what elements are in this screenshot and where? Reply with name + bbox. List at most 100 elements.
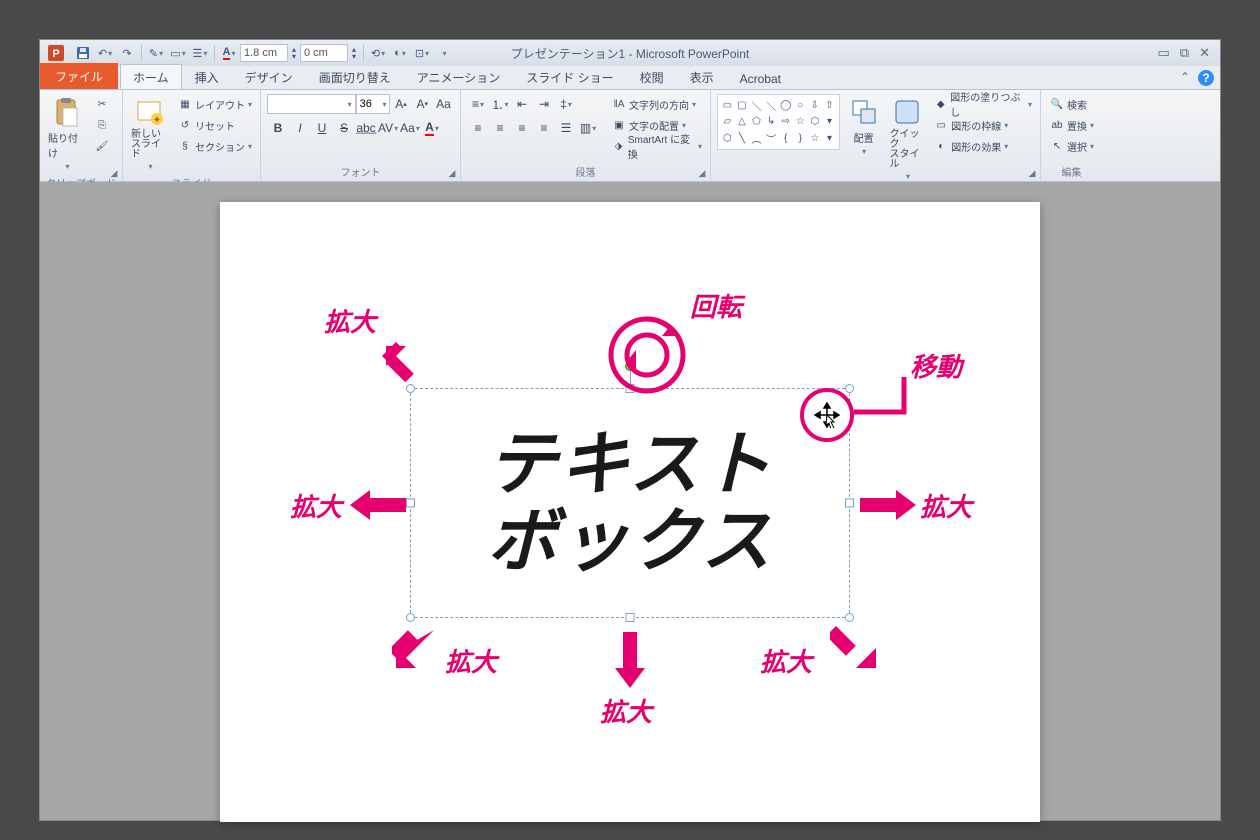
minimize-icon[interactable]: ▭ [1158, 45, 1170, 61]
shapes-gallery[interactable]: ▭▢＼＼◯○⇩⇧ ▱△⬠↳⇨☆⬡▾ ⬡╲︵︶{}☆▾ [717, 94, 840, 150]
shape-outline-button[interactable]: ▭図形の枠線▾ [931, 115, 1034, 135]
numbering-button[interactable]: ⒈▾ [489, 94, 511, 114]
tab-design[interactable]: デザイン [232, 64, 306, 89]
font-size-combo[interactable]: 36▾ [356, 94, 391, 114]
dialog-launcher-icon[interactable]: ◢ [1026, 167, 1038, 179]
tab-slideshow[interactable]: スライド ショー [513, 64, 626, 89]
tab-acrobat[interactable]: Acrobat [727, 67, 794, 89]
ribbon-tabs: ファイル ホーム 挿入 デザイン 画面切り替え アニメーション スライド ショー… [40, 66, 1220, 90]
annotation-move-connector [854, 377, 914, 427]
font-family-combo[interactable]: ▾ [267, 94, 356, 114]
redo-icon[interactable]: ↷ [116, 42, 138, 64]
qat-tool-icon[interactable]: ⟲▾ [367, 42, 389, 64]
group-drawing: ▭▢＼＼◯○⇩⇧ ▱△⬠↳⇨☆⬡▾ ⬡╲︵︶{}☆▾ 配置▾ クイック スタイル… [711, 90, 1041, 181]
dialog-launcher-icon[interactable]: ◢ [108, 167, 120, 179]
tab-review[interactable]: 校閲 [627, 64, 677, 89]
section-button[interactable]: §セクション▾ [175, 136, 254, 156]
stepper-icon[interactable]: ▴▾ [348, 42, 360, 64]
copy-button[interactable]: ⎘ [92, 115, 112, 135]
help-icon[interactable]: ? [1198, 70, 1214, 86]
annotation-enlarge-label: 拡大 [445, 642, 497, 679]
tab-insert[interactable]: 挿入 [182, 64, 232, 89]
tab-transitions[interactable]: 画面切り替え [306, 64, 404, 89]
select-button[interactable]: ↖選択▾ [1047, 136, 1096, 156]
group-slides: ✦ 新しい スライド▾ ▦レイアウト▾ ↺リセット §セクション▾ スライド [123, 90, 261, 181]
shape-height-input[interactable] [240, 44, 288, 62]
increase-indent-button[interactable]: ⇥ [533, 94, 555, 114]
group-font: ▾ 36▾ A▴ A▾ Aa B I U S a̲b̲c̲ AV▾ Aa▾ A▾ [261, 90, 461, 181]
arrow-se-icon [830, 622, 880, 672]
italic-button[interactable]: I [289, 118, 311, 138]
qat-tool-icon[interactable]: ☰▾ [189, 42, 211, 64]
textbox-text[interactable]: テキスト ボックス [411, 389, 849, 617]
annotation-enlarge-label: 拡大 [760, 642, 812, 679]
qat-more-icon[interactable]: ▾ [433, 42, 455, 64]
close-icon[interactable]: ✕ [1199, 45, 1210, 61]
font-color-icon[interactable]: A▾ [218, 42, 240, 64]
grow-font-button[interactable]: A▴ [390, 94, 411, 114]
powerpoint-icon: P [44, 41, 68, 65]
qat-tool-icon[interactable]: ⊡▾ [411, 42, 433, 64]
strike-button[interactable]: S [333, 118, 355, 138]
dialog-launcher-icon[interactable]: ◢ [696, 167, 708, 179]
replace-button[interactable]: ab置換▾ [1047, 115, 1096, 135]
svg-text:✦: ✦ [153, 115, 161, 126]
tab-view[interactable]: 表示 [677, 64, 727, 89]
undo-icon[interactable]: ↶▾ [94, 42, 116, 64]
arrow-w-icon [350, 490, 406, 520]
underline-button[interactable]: U [311, 118, 333, 138]
app-window: P ↶▾ ↷ ✎▾ ▭▾ ☰▾ A▾ ▴▾ ▴▾ ⟲▾ ◐▾ ⊡▾ ▾ プレゼン… [40, 40, 1220, 820]
convert-smartart-button[interactable]: ⬗SmartArt に変換▾ [609, 136, 704, 156]
tab-file[interactable]: ファイル [40, 63, 118, 89]
font-color-button[interactable]: A▾ [421, 118, 443, 138]
change-case-button[interactable]: Aa▾ [399, 118, 421, 138]
shadow-button[interactable]: a̲b̲c̲ [355, 118, 377, 138]
shape-effects-button[interactable]: ◐図形の効果▾ [931, 136, 1034, 156]
decrease-indent-button[interactable]: ⇤ [511, 94, 533, 114]
line-spacing-button[interactable]: ‡▾ [555, 94, 577, 114]
annotation-enlarge-label: 拡大 [290, 487, 342, 524]
distribute-button[interactable]: ☰ [555, 118, 577, 138]
justify-button[interactable]: ≡ [533, 118, 555, 138]
arrow-nw-icon [378, 338, 428, 388]
quick-styles-button[interactable]: クイック スタイル▾ [888, 94, 928, 183]
align-left-button[interactable]: ≡ [467, 118, 489, 138]
save-icon[interactable] [72, 42, 94, 64]
shape-fill-button[interactable]: ◆図形の塗りつぶし▾ [931, 94, 1034, 114]
find-button[interactable]: 🔍検索 [1047, 94, 1096, 114]
qat-tool-icon[interactable]: ▭▾ [167, 42, 189, 64]
columns-button[interactable]: ▥▾ [577, 118, 599, 138]
char-spacing-button[interactable]: AV▾ [377, 118, 399, 138]
qat-tool-icon[interactable]: ✎▾ [145, 42, 167, 64]
shrink-font-button[interactable]: A▾ [412, 94, 433, 114]
layout-button[interactable]: ▦レイアウト▾ [175, 94, 254, 114]
qat-tool-icon[interactable]: ◐▾ [389, 42, 411, 64]
align-center-button[interactable]: ≡ [489, 118, 511, 138]
arrow-sw-icon [392, 622, 442, 672]
bold-button[interactable]: B [267, 118, 289, 138]
text-direction-button[interactable]: ‖A文字列の方向▾ [609, 94, 704, 114]
arrange-button[interactable]: 配置▾ [844, 94, 884, 183]
stepper-icon[interactable]: ▴▾ [288, 42, 300, 64]
slide-area: テキスト ボックス 回転 移動 [40, 182, 1220, 820]
dialog-launcher-icon[interactable]: ◢ [446, 167, 458, 179]
bullets-button[interactable]: ≡▾ [467, 94, 489, 114]
ribbon-minimize-icon[interactable]: ⌃ [1180, 70, 1190, 86]
new-slide-button[interactable]: ✦ 新しい スライド▾ [129, 94, 171, 173]
textbox-selection[interactable]: テキスト ボックス [410, 388, 850, 618]
tab-home[interactable]: ホーム [120, 64, 182, 89]
maximize-icon[interactable]: ⧉ [1180, 45, 1189, 61]
svg-text:P: P [52, 48, 59, 60]
tab-animations[interactable]: アニメーション [404, 64, 514, 89]
annotation-move-circle [800, 388, 854, 442]
clear-format-button[interactable]: Aa [433, 94, 454, 114]
paste-button[interactable]: 貼り付け▾ [46, 94, 88, 173]
annotation-move-label: 移動 [910, 347, 962, 384]
align-right-button[interactable]: ≡ [511, 118, 533, 138]
arrow-s-icon [615, 632, 645, 688]
shape-width-input[interactable] [300, 44, 348, 62]
slide-canvas[interactable]: テキスト ボックス 回転 移動 [220, 202, 1040, 822]
reset-button[interactable]: ↺リセット [175, 115, 254, 135]
format-painter-button[interactable]: 🖌 [92, 136, 112, 156]
cut-button[interactable]: ✂ [92, 94, 112, 114]
